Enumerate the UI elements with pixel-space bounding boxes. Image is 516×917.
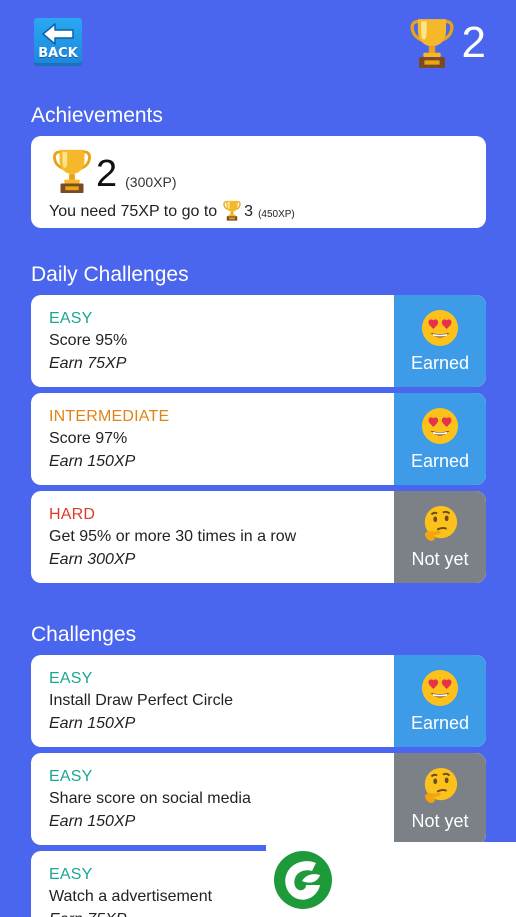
status-label: Earned <box>410 352 470 373</box>
next-level-text: You need 75XP to go to <box>49 203 218 220</box>
challenge-reward: Earn 75XP <box>49 355 127 372</box>
thinking-emoji-icon <box>421 767 459 805</box>
current-level-xp: (300XP) <box>125 174 177 190</box>
thinking-emoji-icon <box>421 505 459 543</box>
trophy-count: 2 <box>461 18 486 67</box>
daily-challenge-card[interactable]: INTERMEDIATE Score 97% Earn 150XP Earned <box>31 393 486 485</box>
challenge-card[interactable]: EASY Install Draw Perfect Circle Earn 15… <box>31 655 486 747</box>
heart-eyes-emoji-icon <box>421 407 459 445</box>
achievements-card: 2 (300XP) You need 75XP to go to 3 (450X… <box>31 136 486 228</box>
challenge-description: Get 95% or more 30 times in a row <box>49 528 297 545</box>
challenge-description: Score 97% <box>49 430 128 447</box>
challenge-description: Install Draw Perfect Circle <box>49 692 234 709</box>
achievements-title: Achievements <box>31 104 163 127</box>
challenge-description: Share score on social media <box>49 790 251 807</box>
trophy-icon <box>410 17 454 69</box>
daily-challenges-title: Daily Challenges <box>31 263 189 286</box>
trophy-icon <box>223 200 241 221</box>
challenge-card[interactable]: EASY Share score on social media Earn 15… <box>31 753 486 845</box>
status-label: Not yet <box>411 810 469 831</box>
leaf-logo-icon <box>274 851 332 909</box>
challenge-reward: Earn 150XP <box>49 813 136 830</box>
difficulty-label: INTERMEDIATE <box>49 408 170 425</box>
challenge-reward: Earn 150XP <box>49 715 136 732</box>
status-badge: Not yet <box>394 753 486 845</box>
trophy-icon <box>52 148 92 194</box>
heart-eyes-emoji-icon <box>421 309 459 347</box>
difficulty-label: HARD <box>49 506 96 523</box>
status-label: Earned <box>410 450 470 471</box>
daily-challenge-card[interactable]: HARD Get 95% or more 30 times in a row E… <box>31 491 486 583</box>
challenges-title: Challenges <box>31 623 137 646</box>
challenge-reward: Earn 150XP <box>49 453 136 470</box>
back-button[interactable]: BACK <box>34 18 82 66</box>
status-badge: Earned <box>394 655 486 747</box>
status-badge: Not yet <box>394 491 486 583</box>
difficulty-label: EASY <box>49 670 93 687</box>
next-level-xp: (450XP) <box>258 209 295 220</box>
daily-challenge-card[interactable]: EASY Score 95% Earn 75XP Earned <box>31 295 486 387</box>
challenge-description: Score 95% <box>49 332 128 349</box>
back-label: BACK <box>38 46 78 61</box>
current-level: 2 <box>96 153 118 195</box>
status-badge: Earned <box>394 393 486 485</box>
challenge-reward: Earn 300XP <box>49 551 136 568</box>
next-level: 3 <box>244 203 254 220</box>
status-label: Not yet <box>411 548 469 569</box>
heart-eyes-emoji-icon <box>421 669 459 707</box>
difficulty-label: EASY <box>49 310 93 327</box>
status-badge: Earned <box>394 295 486 387</box>
back-arrow-icon <box>42 23 74 45</box>
difficulty-label: EASY <box>49 768 93 785</box>
trophy-counter: 2 <box>410 16 486 70</box>
status-label: Earned <box>410 712 470 733</box>
